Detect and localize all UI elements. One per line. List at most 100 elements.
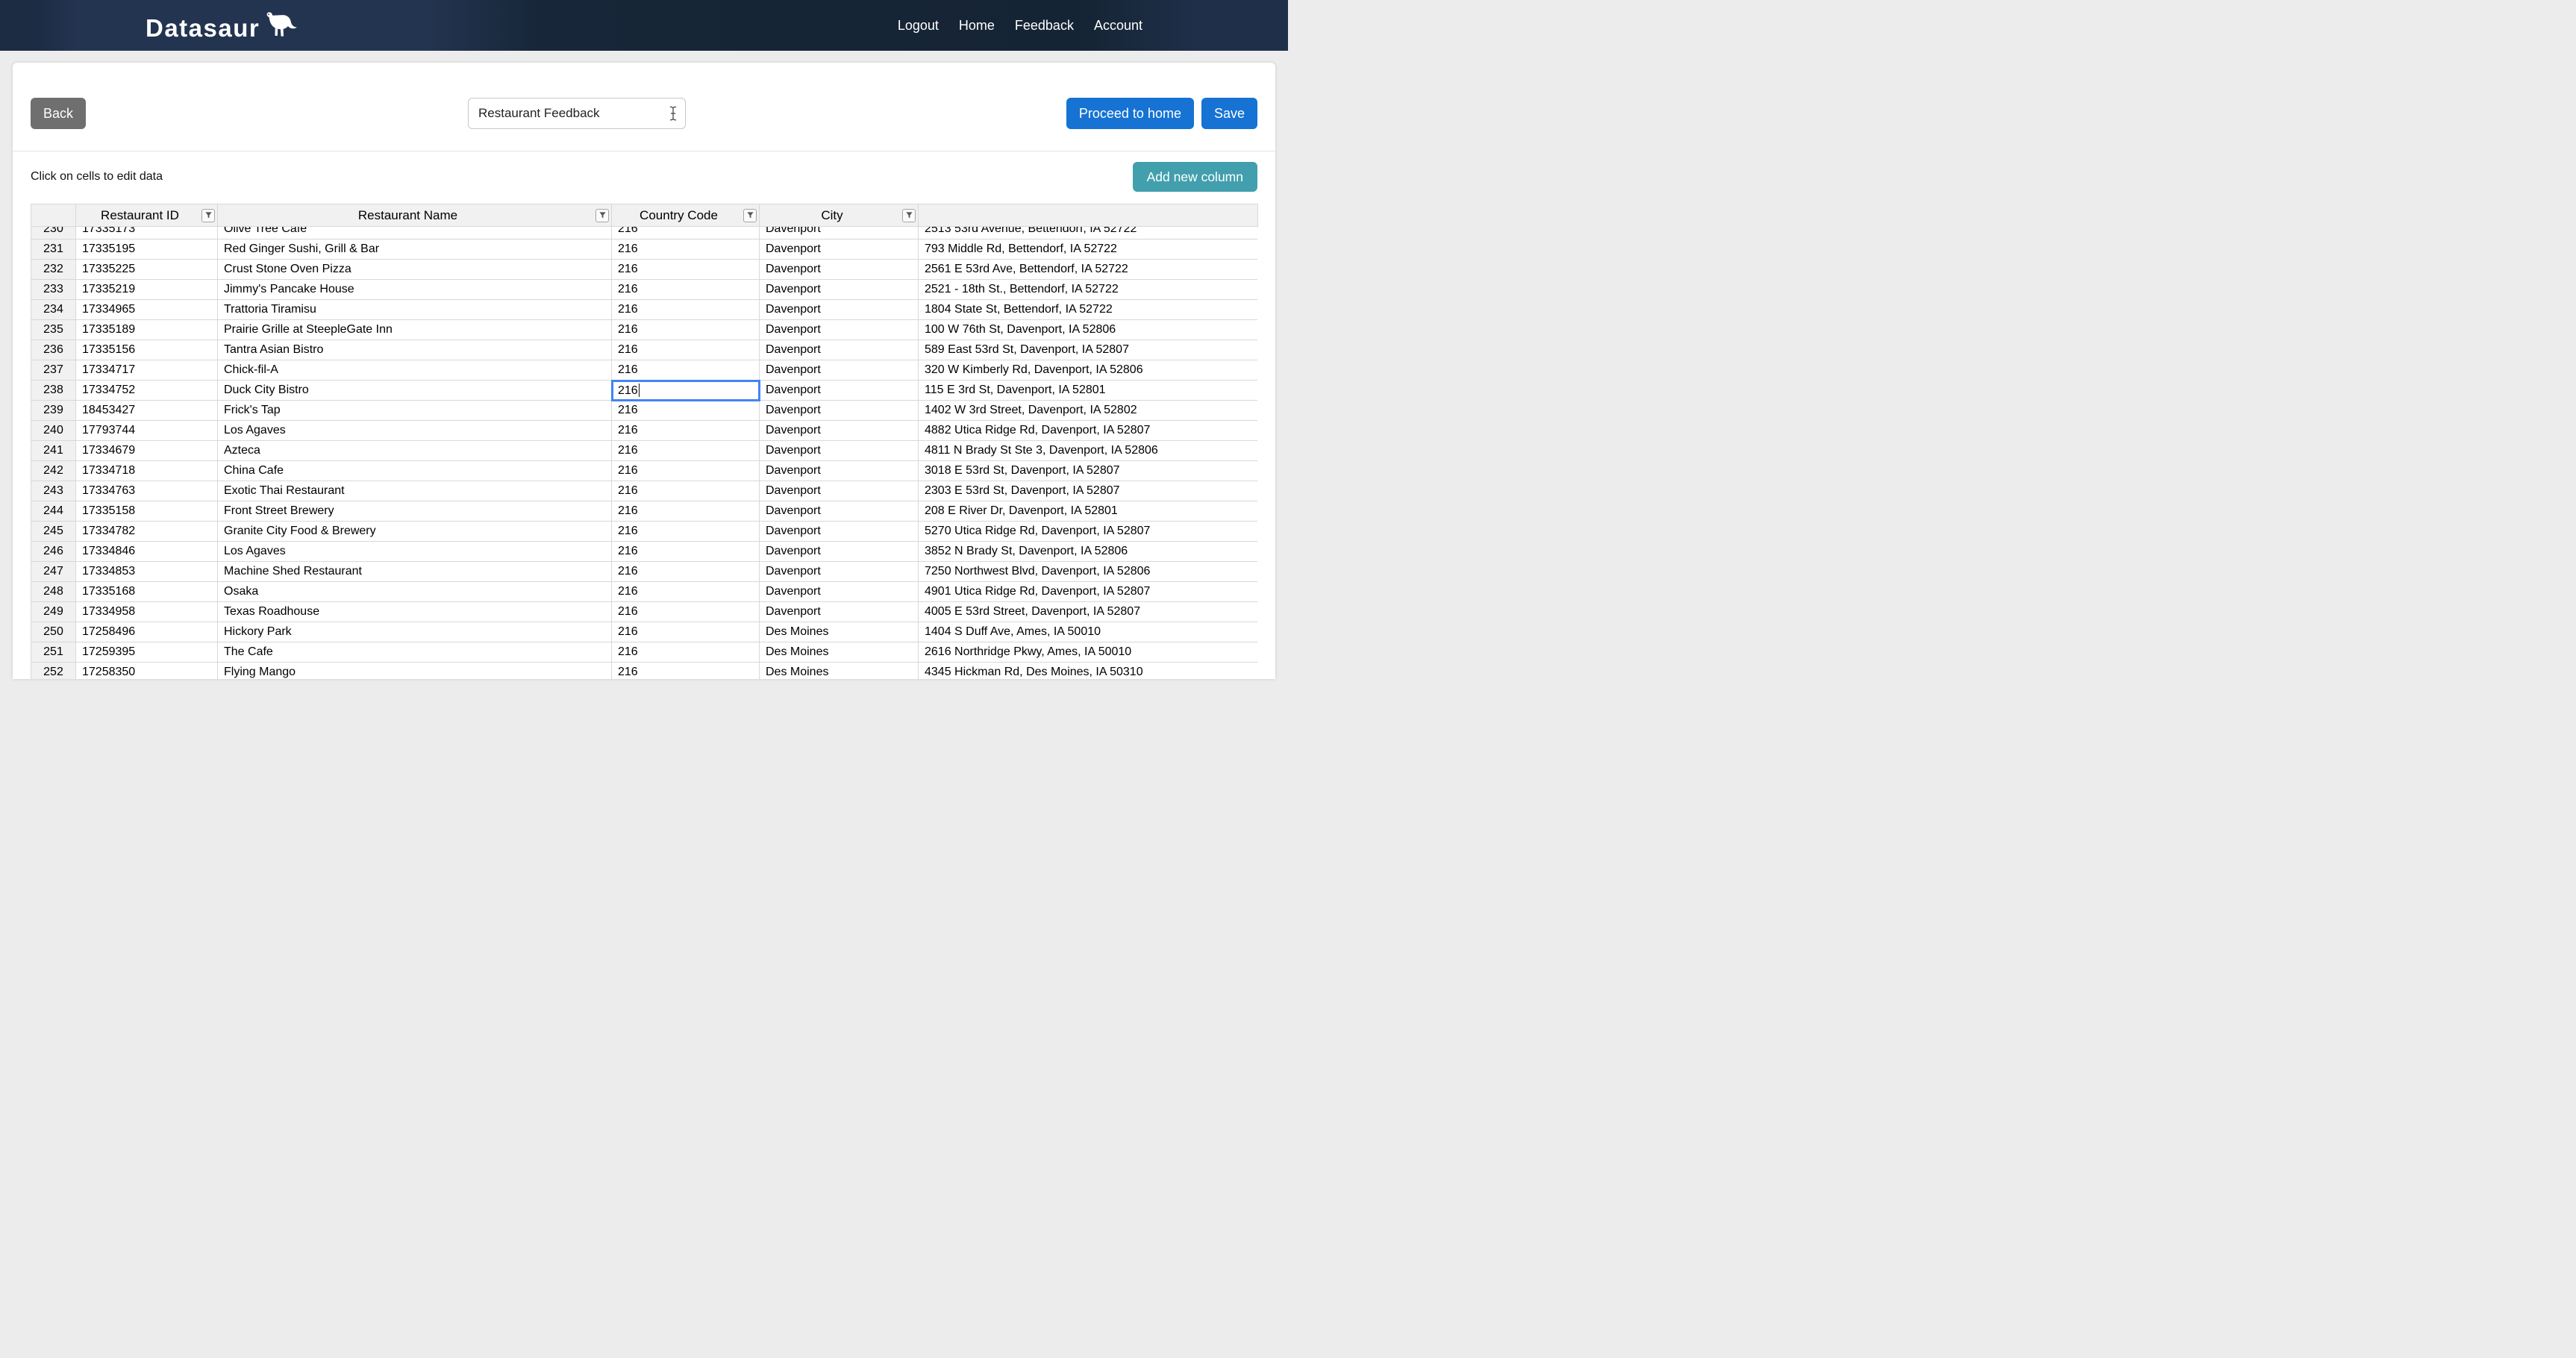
city-cell[interactable]: Davenport: [760, 582, 919, 602]
restaurant-name-cell[interactable]: Exotic Thai Restaurant: [218, 481, 612, 501]
nav-link-logout[interactable]: Logout: [898, 18, 939, 34]
row-number-cell[interactable]: 242: [31, 461, 76, 481]
proceed-to-home-button[interactable]: Proceed to home: [1066, 98, 1194, 129]
restaurant-name-cell[interactable]: Tantra Asian Bistro: [218, 340, 612, 360]
row-number-cell[interactable]: 232: [31, 260, 76, 280]
country-code-cell[interactable]: 216: [612, 522, 760, 542]
row-number-cell[interactable]: 241: [31, 441, 76, 461]
country-code-cell[interactable]: 216: [612, 542, 760, 562]
row-number-cell[interactable]: 240: [31, 421, 76, 441]
restaurant-name-cell[interactable]: Red Ginger Sushi, Grill & Bar: [218, 240, 612, 260]
city-cell[interactable]: Davenport: [760, 381, 919, 401]
country-code-cell[interactable]: 216: [612, 421, 760, 441]
table-body-viewport[interactable]: 230 17335173 Olive Tree Cafe 216 Davenpo…: [31, 227, 1257, 679]
address-cell[interactable]: 2513 53rd Avenue, Bettendorf, IA 52722: [919, 227, 1258, 240]
city-cell[interactable]: Davenport: [760, 421, 919, 441]
country-code-cell[interactable]: 216: [612, 340, 760, 360]
restaurant-id-cell[interactable]: 17335158: [76, 501, 218, 522]
restaurant-id-cell[interactable]: 17335189: [76, 320, 218, 340]
restaurant-name-cell[interactable]: Jimmy's Pancake House: [218, 280, 612, 300]
filter-icon-restaurant-id[interactable]: [201, 209, 215, 222]
address-cell[interactable]: 4901 Utica Ridge Rd, Davenport, IA 52807: [919, 582, 1258, 602]
city-cell[interactable]: Davenport: [760, 227, 919, 240]
address-cell[interactable]: 4345 Hickman Rd, Des Moines, IA 50310: [919, 663, 1258, 680]
restaurant-id-cell[interactable]: 17793744: [76, 421, 218, 441]
restaurant-id-cell[interactable]: 17335173: [76, 227, 218, 240]
country-code-cell[interactable]: 216: [612, 622, 760, 642]
row-number-cell[interactable]: 249: [31, 602, 76, 622]
nav-link-feedback[interactable]: Feedback: [1015, 18, 1074, 34]
row-number-cell[interactable]: 251: [31, 642, 76, 663]
city-cell[interactable]: Davenport: [760, 562, 919, 582]
restaurant-id-cell[interactable]: 17334718: [76, 461, 218, 481]
country-code-cell[interactable]: 216: [612, 360, 760, 381]
address-cell[interactable]: 7250 Northwest Blvd, Davenport, IA 52806: [919, 562, 1258, 582]
country-code-cell[interactable]: 216: [612, 663, 760, 680]
restaurant-id-cell[interactable]: 17259395: [76, 642, 218, 663]
country-code-cell[interactable]: 216: [612, 642, 760, 663]
country-code-cell[interactable]: 216: [612, 501, 760, 522]
restaurant-name-cell[interactable]: Hickory Park: [218, 622, 612, 642]
country-code-cell[interactable]: 216: [612, 320, 760, 340]
city-cell[interactable]: Davenport: [760, 340, 919, 360]
country-code-cell[interactable]: 216: [612, 562, 760, 582]
restaurant-name-cell[interactable]: Crust Stone Oven Pizza: [218, 260, 612, 280]
restaurant-id-cell[interactable]: 18453427: [76, 401, 218, 421]
restaurant-id-cell[interactable]: 17334846: [76, 542, 218, 562]
dataset-title-input[interactable]: [468, 98, 686, 129]
restaurant-id-cell[interactable]: 17334958: [76, 602, 218, 622]
restaurant-name-cell[interactable]: The Cafe: [218, 642, 612, 663]
add-new-column-button[interactable]: Add new column: [1133, 162, 1257, 192]
row-number-cell[interactable]: 250: [31, 622, 76, 642]
row-number-cell[interactable]: 231: [31, 240, 76, 260]
restaurant-name-cell[interactable]: Front Street Brewery: [218, 501, 612, 522]
row-number-cell[interactable]: 239: [31, 401, 76, 421]
row-number-cell[interactable]: 233: [31, 280, 76, 300]
row-number-cell[interactable]: 246: [31, 542, 76, 562]
row-number-cell[interactable]: 234: [31, 300, 76, 320]
restaurant-name-cell[interactable]: Trattoria Tiramisu: [218, 300, 612, 320]
restaurant-name-cell[interactable]: Olive Tree Cafe: [218, 227, 612, 240]
city-cell[interactable]: Davenport: [760, 260, 919, 280]
column-header-restaurant-name[interactable]: Restaurant Name: [218, 204, 612, 227]
restaurant-name-cell[interactable]: Texas Roadhouse: [218, 602, 612, 622]
address-cell[interactable]: 2616 Northridge Pkwy, Ames, IA 50010: [919, 642, 1258, 663]
restaurant-id-cell[interactable]: 17334853: [76, 562, 218, 582]
address-cell[interactable]: 208 E River Dr, Davenport, IA 52801: [919, 501, 1258, 522]
country-code-cell[interactable]: 216: [612, 240, 760, 260]
row-number-cell[interactable]: 248: [31, 582, 76, 602]
restaurant-name-cell[interactable]: Granite City Food & Brewery: [218, 522, 612, 542]
restaurant-id-cell[interactable]: 17334782: [76, 522, 218, 542]
row-number-cell[interactable]: 235: [31, 320, 76, 340]
row-number-cell[interactable]: 230: [31, 227, 76, 240]
restaurant-name-cell[interactable]: Chick-fil-A: [218, 360, 612, 381]
row-number-cell[interactable]: 238: [31, 381, 76, 401]
address-cell[interactable]: 320 W Kimberly Rd, Davenport, IA 52806: [919, 360, 1258, 381]
row-number-cell[interactable]: 245: [31, 522, 76, 542]
restaurant-name-cell[interactable]: Machine Shed Restaurant: [218, 562, 612, 582]
country-code-cell[interactable]: 216: [612, 280, 760, 300]
country-code-cell[interactable]: 216: [612, 582, 760, 602]
restaurant-id-cell[interactable]: 17335156: [76, 340, 218, 360]
country-code-cell[interactable]: 216: [612, 481, 760, 501]
row-number-cell[interactable]: 236: [31, 340, 76, 360]
address-cell[interactable]: 1804 State St, Bettendorf, IA 52722: [919, 300, 1258, 320]
restaurant-id-cell[interactable]: 17334717: [76, 360, 218, 381]
city-cell[interactable]: Davenport: [760, 602, 919, 622]
restaurant-name-cell[interactable]: Prairie Grille at SteepleGate Inn: [218, 320, 612, 340]
row-number-cell[interactable]: 247: [31, 562, 76, 582]
address-cell[interactable]: 2303 E 53rd St, Davenport, IA 52807: [919, 481, 1258, 501]
restaurant-id-cell[interactable]: 17335225: [76, 260, 218, 280]
row-number-cell[interactable]: 252: [31, 663, 76, 680]
city-cell[interactable]: Des Moines: [760, 642, 919, 663]
column-header-restaurant-id[interactable]: Restaurant ID: [76, 204, 218, 227]
city-cell[interactable]: Davenport: [760, 481, 919, 501]
restaurant-id-cell[interactable]: 17258496: [76, 622, 218, 642]
city-cell[interactable]: Davenport: [760, 280, 919, 300]
restaurant-id-cell[interactable]: 17258350: [76, 663, 218, 680]
filter-icon-city[interactable]: [902, 209, 916, 222]
city-cell[interactable]: Des Moines: [760, 622, 919, 642]
nav-link-home[interactable]: Home: [959, 18, 995, 34]
filter-icon-country-code[interactable]: [743, 209, 757, 222]
city-cell[interactable]: Davenport: [760, 300, 919, 320]
